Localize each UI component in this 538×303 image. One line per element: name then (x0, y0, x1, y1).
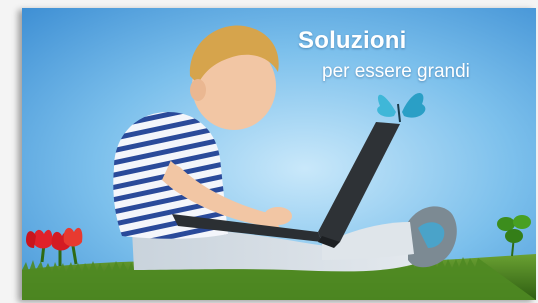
banner-subline: per essere grandi (322, 61, 470, 82)
hero-banner: Soluzioni per essere grandi (22, 8, 536, 300)
banner-headline: Soluzioni (298, 27, 407, 54)
child-hand (264, 207, 292, 225)
page-frame: Soluzioni per essere grandi (0, 0, 538, 303)
child-ear (190, 79, 206, 101)
